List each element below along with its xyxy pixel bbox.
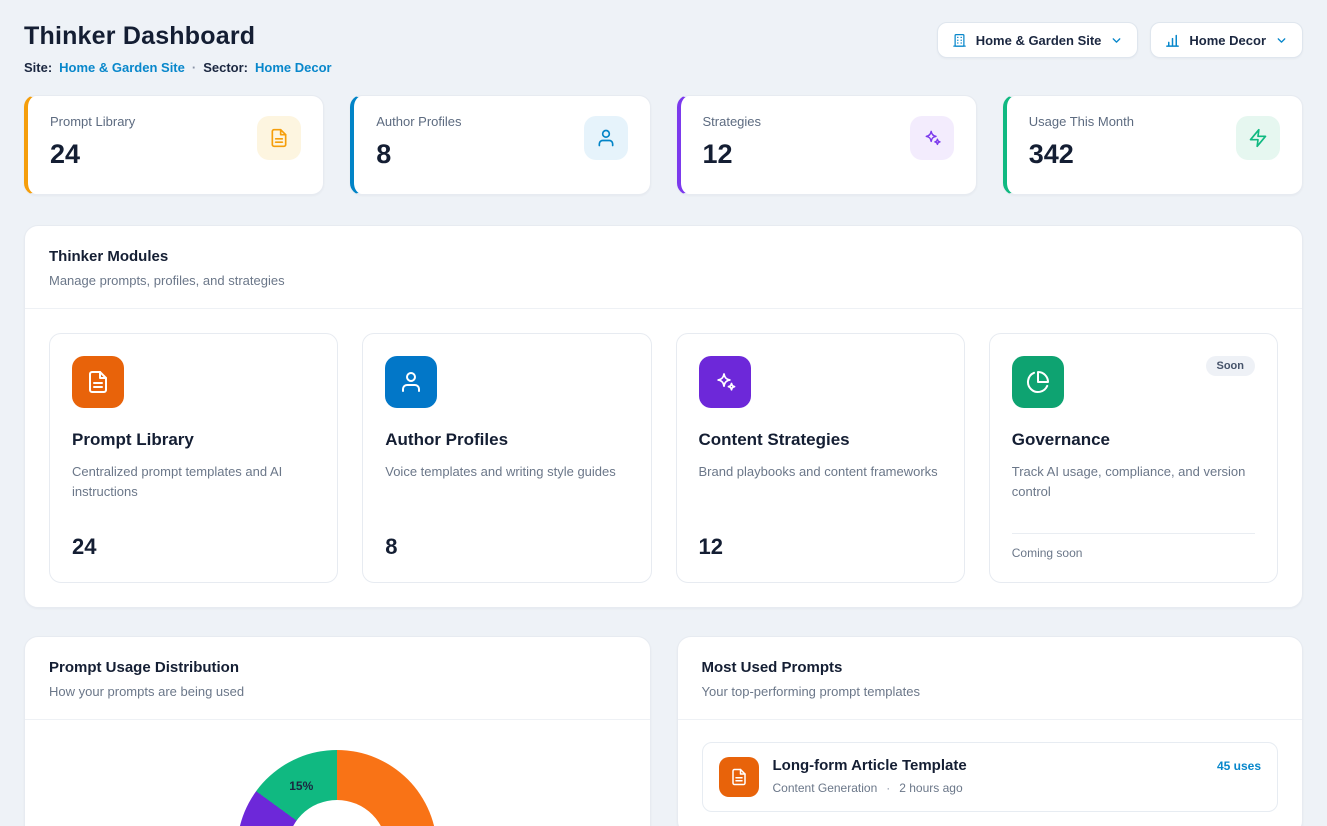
- prompts-panel-header: Most Used Prompts Your top-performing pr…: [678, 637, 1303, 720]
- module-description: Brand playbooks and content frameworks: [699, 462, 942, 482]
- sector-selector-label: Home Decor: [1189, 33, 1266, 48]
- modules-header: Thinker Modules Manage prompts, profiles…: [25, 226, 1302, 309]
- stat-value: 24: [50, 139, 135, 170]
- stat-text: Prompt Library 24: [50, 114, 135, 170]
- site-link[interactable]: Home & Garden Site: [59, 60, 185, 75]
- usage-panel-title: Prompt Usage Distribution: [49, 659, 626, 676]
- stat-text: Author Profiles 8: [376, 114, 461, 170]
- stat-value: 12: [703, 139, 762, 170]
- stat-card-author-profiles: Author Profiles 8: [350, 95, 650, 195]
- prompt-list: Long-form Article Template Content Gener…: [678, 720, 1303, 826]
- dashboard-page: Thinker Dashboard Site: Home & Garden Si…: [0, 0, 1327, 826]
- sector-label: Sector:: [203, 60, 248, 75]
- usage-distribution-panel: Prompt Usage Distribution How your promp…: [24, 636, 651, 826]
- stat-card-usage: Usage This Month 342: [1003, 95, 1303, 195]
- stats-row: Prompt Library 24 Author Profiles 8 Stra…: [24, 95, 1303, 195]
- module-top: [699, 356, 942, 408]
- modules-subtitle: Manage prompts, profiles, and strategies: [49, 273, 1278, 288]
- sector-link[interactable]: Home Decor: [255, 60, 332, 75]
- modules-title: Thinker Modules: [49, 248, 1278, 265]
- module-title: Prompt Library: [72, 430, 315, 450]
- prompt-meta: Content Generation · 2 hours ago: [773, 781, 1203, 795]
- module-top: Soon: [1012, 356, 1255, 408]
- module-card-author-profiles[interactable]: Author Profiles Voice templates and writ…: [362, 333, 651, 583]
- document-icon: [257, 116, 301, 160]
- prompt-time: 2 hours ago: [899, 781, 962, 795]
- chevron-down-icon: [1110, 34, 1123, 47]
- stat-label: Author Profiles: [376, 114, 461, 129]
- breadcrumb: Site: Home & Garden Site · Sector: Home …: [24, 60, 332, 75]
- header-actions: Home & Garden Site Home Decor: [937, 22, 1303, 58]
- module-description: Voice templates and writing style guides: [385, 462, 628, 482]
- bottom-row: Prompt Usage Distribution How your promp…: [24, 636, 1303, 826]
- module-title: Content Strategies: [699, 430, 942, 450]
- page-header: Thinker Dashboard Site: Home & Garden Si…: [24, 22, 1303, 75]
- module-description: Centralized prompt templates and AI inst…: [72, 462, 315, 502]
- soon-badge: Soon: [1206, 356, 1256, 376]
- pie-chart-icon: [1012, 356, 1064, 408]
- usage-panel-subtitle: How your prompts are being used: [49, 684, 626, 699]
- page-title: Thinker Dashboard: [24, 22, 332, 51]
- module-title: Author Profiles: [385, 430, 628, 450]
- user-icon: [385, 356, 437, 408]
- module-count: 24: [72, 534, 315, 560]
- donut-segment-label: 15%: [289, 779, 313, 793]
- building-icon: [952, 33, 967, 48]
- prompt-title: Long-form Article Template: [773, 757, 1203, 774]
- sparkles-icon: [910, 116, 954, 160]
- header-left: Thinker Dashboard Site: Home & Garden Si…: [24, 22, 332, 75]
- most-used-prompts-panel: Most Used Prompts Your top-performing pr…: [677, 636, 1304, 826]
- separator-dot: ·: [886, 781, 890, 795]
- document-icon: [72, 356, 124, 408]
- module-title: Governance: [1012, 430, 1255, 450]
- stat-value: 8: [376, 139, 461, 170]
- thinker-modules-section: Thinker Modules Manage prompts, profiles…: [24, 225, 1303, 608]
- prompts-panel-title: Most Used Prompts: [702, 659, 1279, 676]
- stat-label: Usage This Month: [1029, 114, 1134, 129]
- user-icon: [584, 116, 628, 160]
- module-count: 8: [385, 534, 628, 560]
- stat-text: Strategies 12: [703, 114, 762, 170]
- bolt-icon: [1236, 116, 1280, 160]
- stat-card-prompt-library: Prompt Library 24: [24, 95, 324, 195]
- stat-text: Usage This Month 342: [1029, 114, 1134, 170]
- bar-chart-icon: [1165, 33, 1180, 48]
- module-count: 12: [699, 534, 942, 560]
- module-top: [385, 356, 628, 408]
- usage-chart-area: 15%: [25, 720, 650, 826]
- sparkles-icon: [699, 356, 751, 408]
- usage-panel-header: Prompt Usage Distribution How your promp…: [25, 637, 650, 720]
- separator-dot: ·: [192, 60, 196, 75]
- sector-selector-dropdown[interactable]: Home Decor: [1150, 22, 1303, 58]
- module-card-prompt-library[interactable]: Prompt Library Centralized prompt templa…: [49, 333, 338, 583]
- chevron-down-icon: [1275, 34, 1288, 47]
- module-card-governance[interactable]: Soon Governance Track AI usage, complian…: [989, 333, 1278, 583]
- stat-value: 342: [1029, 139, 1134, 170]
- stat-label: Prompt Library: [50, 114, 135, 129]
- stat-card-strategies: Strategies 12: [677, 95, 977, 195]
- module-card-content-strategies[interactable]: Content Strategies Brand playbooks and c…: [676, 333, 965, 583]
- site-selector-label: Home & Garden Site: [976, 33, 1102, 48]
- coming-soon-label: Coming soon: [1012, 533, 1255, 560]
- prompt-category: Content Generation: [773, 781, 878, 795]
- usage-donut: 15%: [237, 750, 437, 826]
- module-top: [72, 356, 315, 408]
- prompts-panel-subtitle: Your top-performing prompt templates: [702, 684, 1279, 699]
- site-label: Site:: [24, 60, 52, 75]
- site-selector-dropdown[interactable]: Home & Garden Site: [937, 22, 1139, 58]
- module-description: Track AI usage, compliance, and version …: [1012, 462, 1255, 502]
- modules-grid: Prompt Library Centralized prompt templa…: [25, 309, 1302, 607]
- prompt-list-item[interactable]: Long-form Article Template Content Gener…: [702, 742, 1279, 812]
- prompt-uses-badge: 45 uses: [1217, 759, 1261, 773]
- prompt-info: Long-form Article Template Content Gener…: [773, 757, 1203, 795]
- stat-label: Strategies: [703, 114, 762, 129]
- document-icon: [719, 757, 759, 797]
